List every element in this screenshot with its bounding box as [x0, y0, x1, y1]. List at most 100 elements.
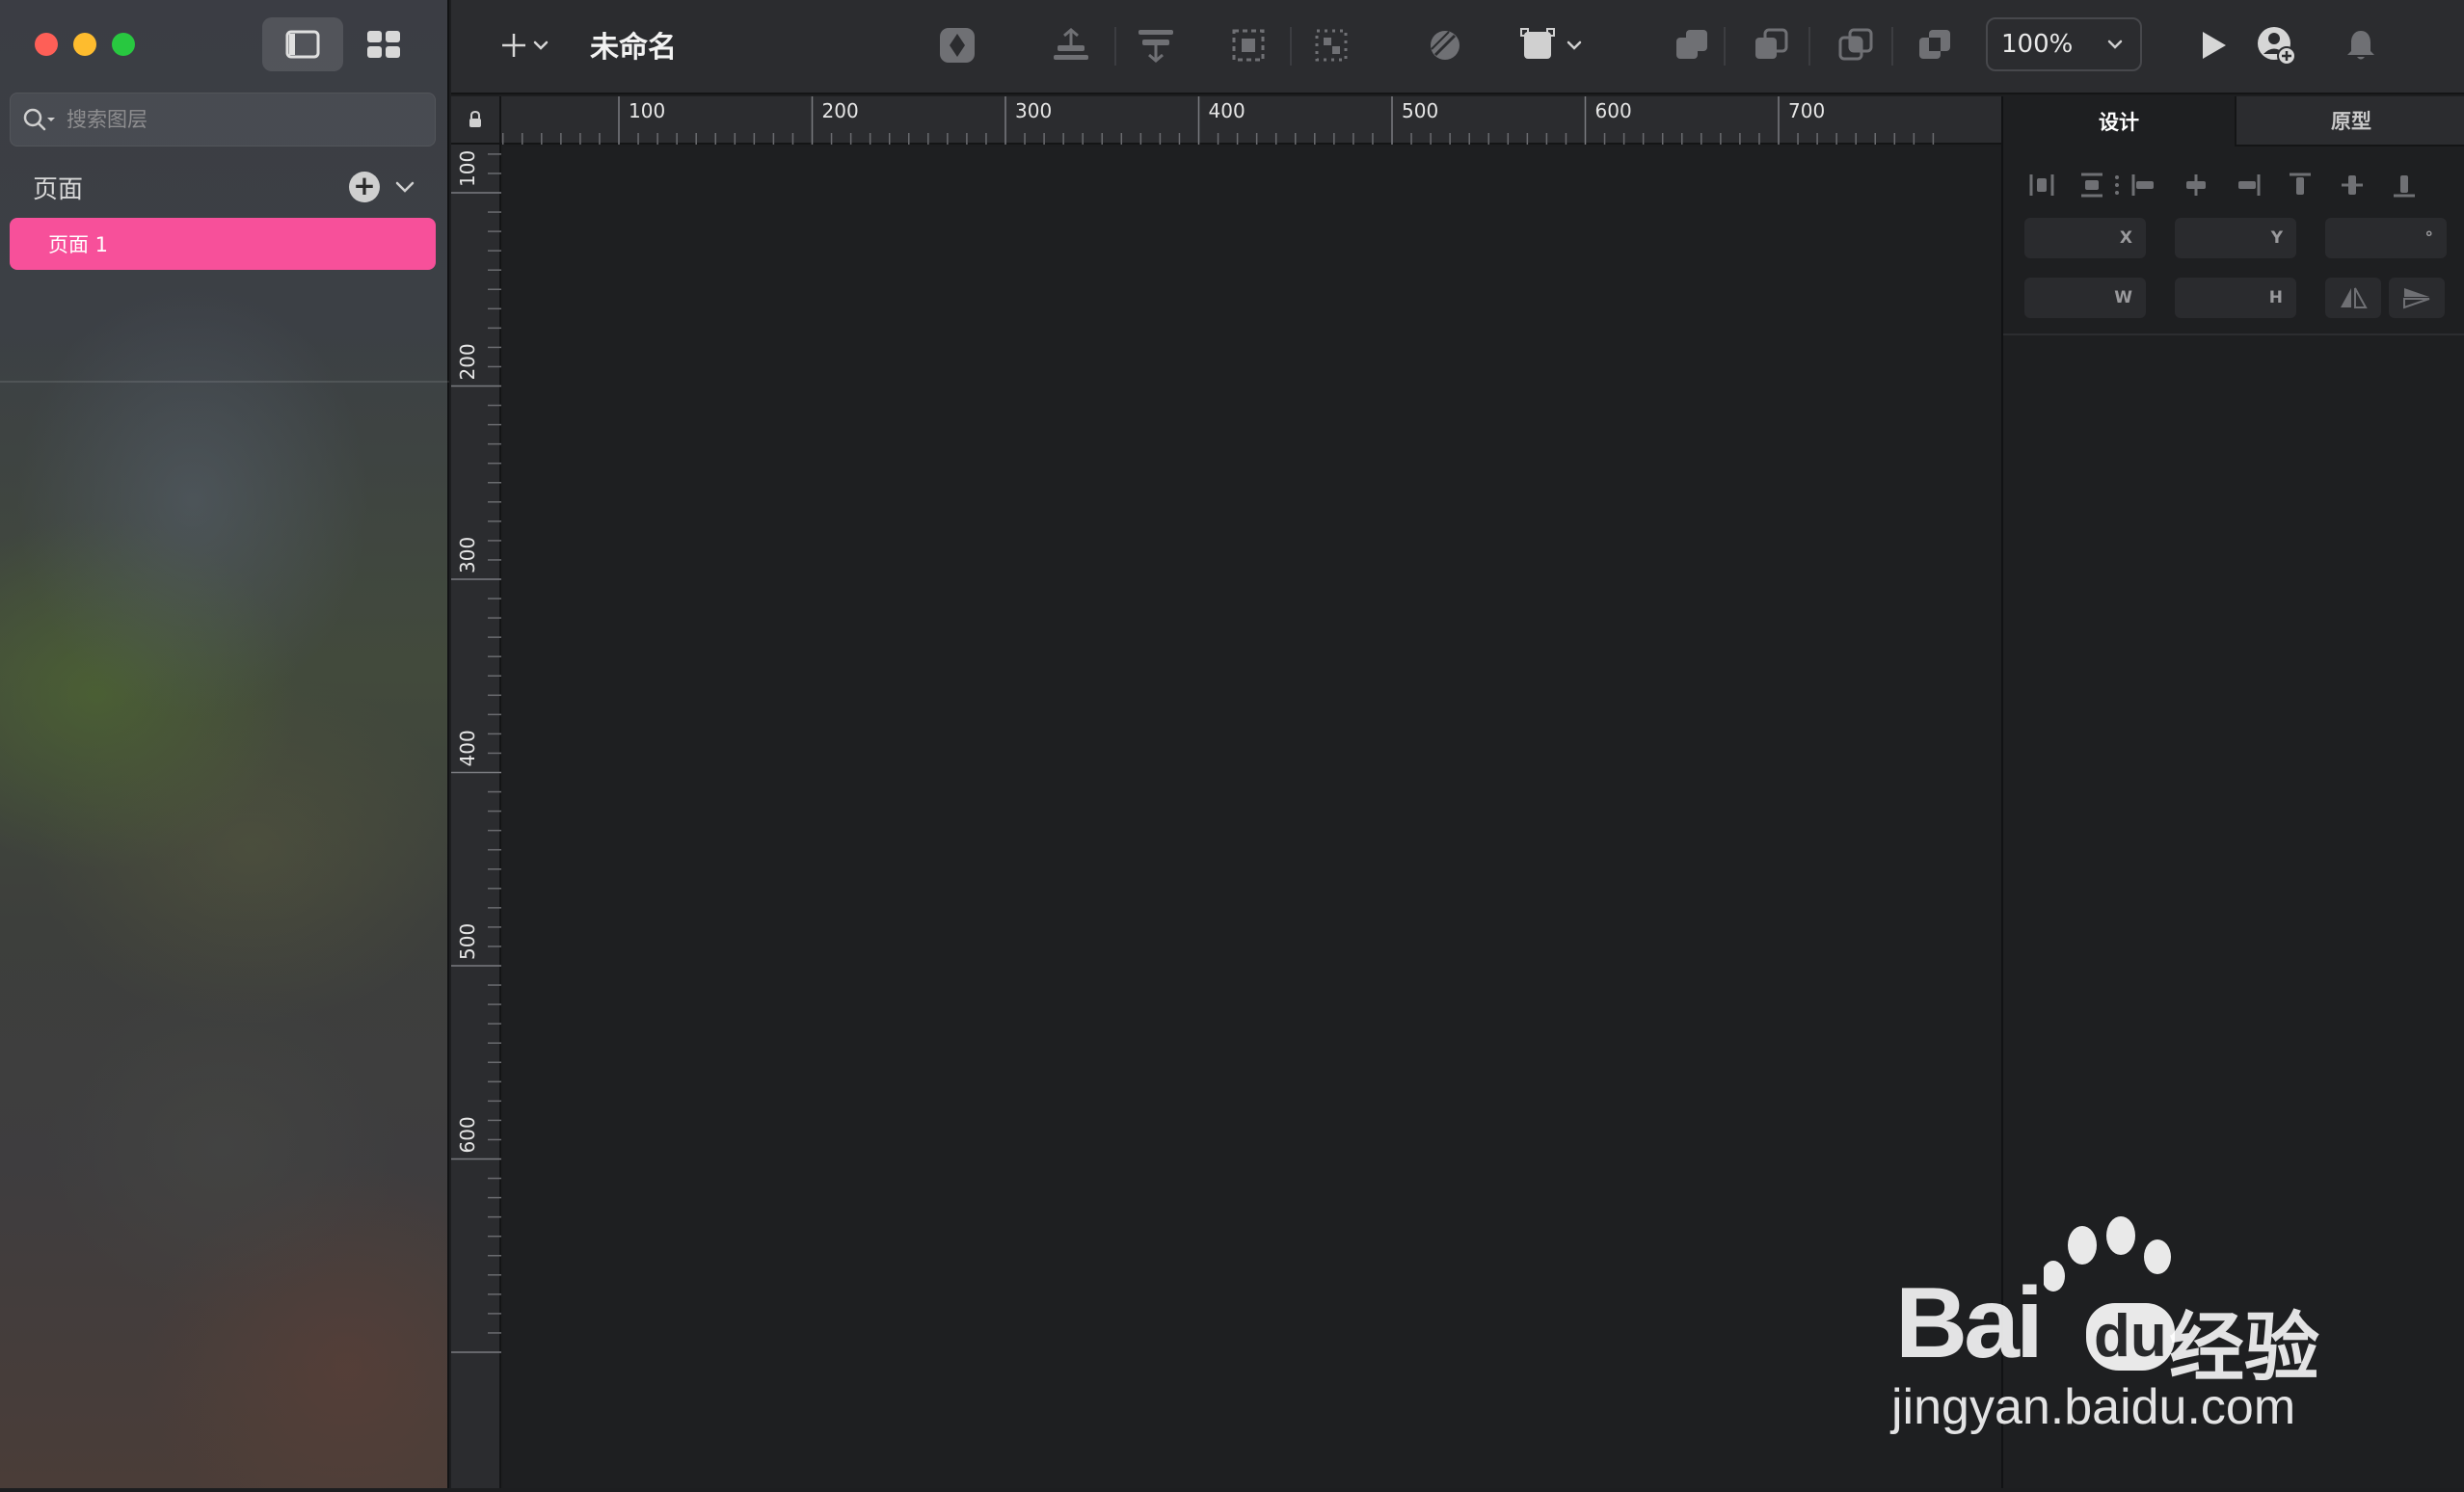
bell-icon [2347, 31, 2374, 60]
align-center-icon [1138, 30, 1173, 63]
page-list-item[interactable]: 页面 1 [10, 218, 436, 270]
ruler-label: 100 [629, 99, 665, 122]
align-right-icon [2238, 174, 2261, 196]
zoom-value: 100% [2001, 30, 2074, 59]
tab-prototype[interactable]: 原型 [2235, 96, 2464, 147]
sidebar-divider [0, 381, 449, 383]
path-menu-chevron[interactable] [1560, 21, 1589, 69]
ruler-label: 300 [456, 537, 479, 573]
subtract-icon [1755, 28, 1788, 59]
ungroup-button[interactable] [1307, 21, 1355, 69]
symbol-icon [940, 28, 975, 63]
boolean-difference-button[interactable] [1911, 21, 1959, 69]
path-edit-button[interactable] [1517, 21, 1566, 69]
ruler-label: 600 [1595, 99, 1632, 122]
ruler-label: 300 [1015, 99, 1052, 122]
boolean-subtract-button[interactable] [1747, 21, 1795, 69]
width-field[interactable]: W [2024, 278, 2146, 318]
watermark-brand-du: du [2086, 1303, 2175, 1371]
align-horizontal-center-button[interactable] [2175, 164, 2217, 206]
ruler-lock-toggle[interactable] [451, 96, 501, 145]
boolean-intersect-button[interactable] [1832, 21, 1880, 69]
distribute-bottom-button[interactable] [1047, 21, 1095, 69]
w-label: W [2114, 288, 2132, 307]
flip-horizontal-button[interactable] [2325, 278, 2381, 318]
share-collaborator-button[interactable] [2252, 21, 2300, 69]
collapse-pages-chevron-icon[interactable] [391, 173, 418, 200]
layer-search-input[interactable] [65, 107, 412, 132]
pages-section-header: 页面 + [33, 166, 418, 208]
tab-design[interactable]: 设计 [2003, 96, 2235, 147]
boolean-union-button[interactable] [1668, 21, 1716, 69]
single-panel-icon [285, 30, 320, 59]
difference-icon [1919, 30, 1950, 59]
ruler-label: 200 [456, 343, 479, 380]
layer-search-box[interactable] [10, 93, 436, 147]
toolbar-separator [1808, 27, 1810, 66]
horizontal-ruler: 100 200 300 400 500 600 700 [501, 96, 2001, 145]
notifications-button[interactable] [2337, 21, 2385, 69]
group-icon [1232, 29, 1265, 62]
flip-vertical-icon [2403, 288, 2430, 309]
inspector-divider [2003, 333, 2464, 335]
close-window-button[interactable] [35, 33, 58, 56]
vertical-ruler: 100 200 300 400 500 600 [451, 145, 501, 1488]
rotation-field[interactable]: ° [2325, 218, 2447, 258]
play-icon [2203, 32, 2226, 59]
page-label: 页面 1 [48, 233, 109, 256]
rotation-label: ° [2424, 228, 2434, 248]
y-position-field[interactable]: Y [2175, 218, 2296, 258]
h-label: H [2268, 288, 2283, 307]
design-canvas[interactable] [503, 147, 2001, 1488]
document-title[interactable]: 未命名 [590, 23, 677, 66]
vertical-dots-icon [2115, 175, 2119, 195]
toolbar-separator [1290, 27, 1292, 66]
flip-vertical-button[interactable] [2389, 278, 2445, 318]
grid-icon [367, 31, 400, 58]
align-vertical-center-icon [2342, 175, 2363, 195]
sidebar: 页面 + 页面 1 [0, 0, 449, 1488]
add-page-button[interactable]: + [349, 170, 380, 202]
maximize-window-button[interactable] [112, 33, 135, 56]
mask-button[interactable] [1421, 21, 1469, 69]
align-left-button[interactable] [2123, 164, 2165, 206]
distribute-horizontal-icon [2029, 174, 2054, 196]
alignment-toolbar [2021, 164, 2454, 206]
align-vertical-center-button[interactable] [2331, 164, 2373, 206]
x-position-field[interactable]: X [2024, 218, 2146, 258]
lock-icon [469, 111, 481, 127]
ruler-label: 700 [1788, 99, 1825, 122]
horizontal-ruler-scale: 100 200 300 400 500 600 700 [501, 96, 1935, 145]
align-top-button[interactable] [2279, 164, 2321, 206]
ruler-label: 400 [456, 730, 479, 766]
align-horizontal-center-icon [2186, 174, 2206, 196]
ruler-label: 100 [456, 150, 479, 187]
chevron-down-icon [2107, 40, 2123, 49]
ruler-label: 400 [1209, 99, 1245, 122]
minimize-window-button[interactable] [73, 33, 96, 56]
zoom-select[interactable]: 100% [1986, 17, 2142, 71]
distribute-center-button[interactable] [1132, 21, 1180, 69]
group-button[interactable] [1224, 21, 1272, 69]
single-view-button[interactable] [262, 17, 343, 71]
grid-view-button[interactable] [343, 17, 424, 71]
mask-icon [1431, 31, 1460, 60]
chevron-down-icon [533, 40, 549, 50]
ruler-label: 600 [456, 1116, 479, 1153]
chevron-down-icon [1567, 40, 1582, 50]
ungroup-icon [1315, 29, 1348, 62]
preview-play-button[interactable] [2188, 21, 2236, 69]
align-bottom-button[interactable] [2383, 164, 2425, 206]
create-symbol-button[interactable] [933, 21, 981, 69]
align-right-button[interactable] [2227, 164, 2269, 206]
y-label: Y [2270, 228, 2283, 248]
distribute-horizontal-button[interactable] [2021, 164, 2063, 206]
insert-menu-chevron[interactable] [526, 21, 555, 69]
distribute-vertical-icon [2081, 173, 2102, 198]
shape-select-icon [1520, 28, 1555, 59]
toolbar-separator [1724, 27, 1726, 66]
align-left-icon [2131, 174, 2154, 196]
toolbar-separator [1891, 27, 1893, 66]
height-field[interactable]: H [2175, 278, 2296, 318]
flip-horizontal-icon [2341, 287, 2368, 308]
